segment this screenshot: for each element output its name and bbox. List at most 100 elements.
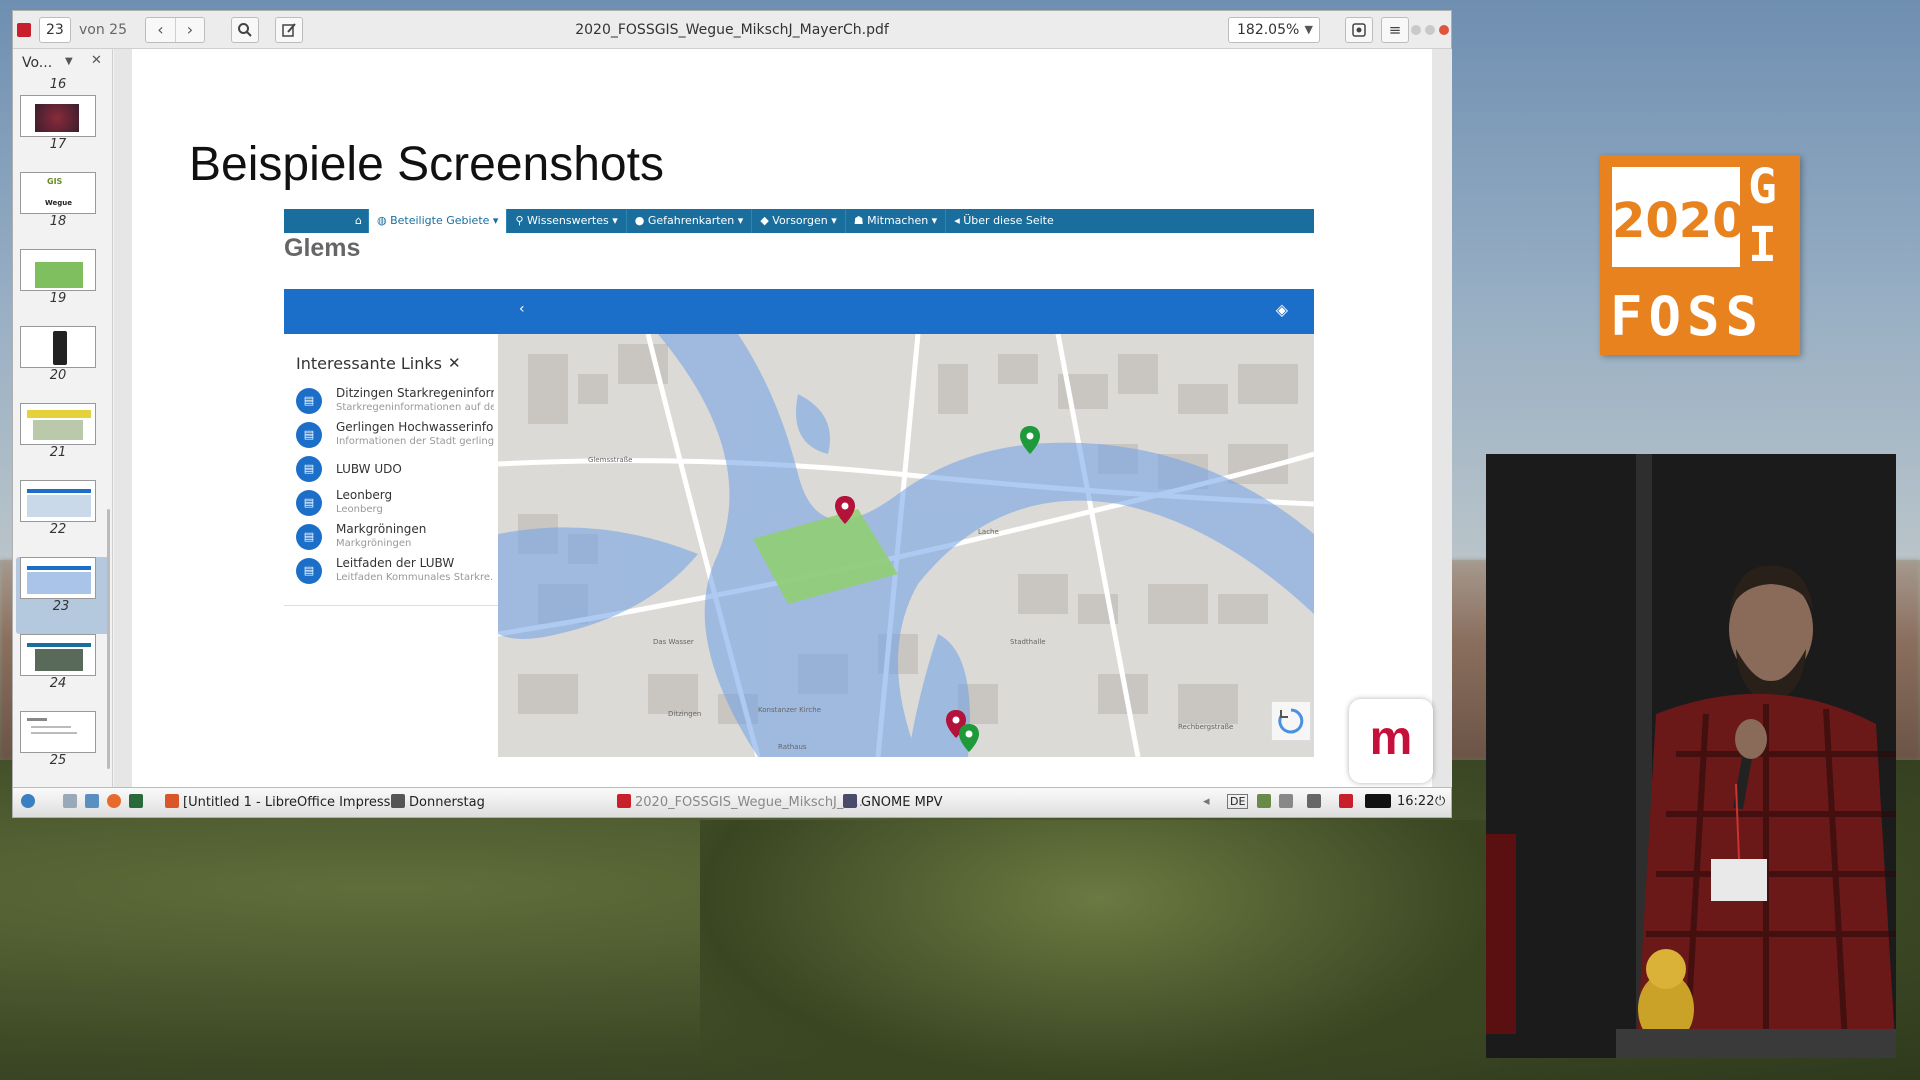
- thumbnail-sidebar: Vo... ▼ ✕ 16 17 GIS Wegue 18 19 20 21 22…: [13, 49, 113, 787]
- terminal-icon: [85, 794, 99, 808]
- network-icon[interactable]: [1257, 794, 1275, 810]
- nav-item-vorsorgen: ◆ Vorsorgen ▾: [751, 209, 844, 233]
- folder-icon: [63, 794, 77, 808]
- logo-letter: I: [1748, 217, 1777, 273]
- pdf-tray-icon[interactable]: [1339, 794, 1357, 810]
- thumbnail-page-number: 16: [49, 77, 67, 92]
- page-number-input[interactable]: 23: [39, 17, 71, 43]
- map-label: Lache: [978, 528, 999, 536]
- nav-item-ueber-diese-seite: ◂ Über diese Seite: [945, 209, 1062, 233]
- menu-button[interactable]: ≡: [1381, 17, 1409, 43]
- presentation-icon: [1352, 23, 1366, 37]
- viewer-toolbar: 23 von 25 ‹ › 2020_FOSSGIS_Wegue_MikschJ…: [13, 11, 1451, 49]
- document-icon: ▤: [296, 388, 322, 414]
- logo-foss: FOSS: [1610, 285, 1765, 348]
- monitor-icon[interactable]: [1279, 794, 1297, 810]
- start-menu-button[interactable]: [21, 794, 39, 810]
- links-panel: Interessante Links ✕ ▤ Ditzingen Starkre…: [284, 334, 498, 606]
- recaptcha-badge: [1271, 701, 1311, 741]
- link-description: Informationen der Stadt gerling...: [336, 436, 494, 447]
- zoom-select[interactable]: 182.05% ▼: [1228, 17, 1320, 43]
- next-page-button[interactable]: ›: [174, 18, 204, 42]
- nav-item-gefahrenkarten: ● Gefahrenkarten ▾: [625, 209, 752, 233]
- list-item: ▤ Gerlingen Hochwasserinfor... Informati…: [296, 420, 494, 454]
- map-label: Glemsstraße: [588, 456, 632, 464]
- website-navbar: ⌂ ◍ Beteiligte Gebiete ▾ ⚲ Wissenswertes…: [284, 209, 1314, 233]
- taskbar-item-mpv[interactable]: GNOME MPV: [843, 794, 943, 810]
- m-logo: m: [1349, 699, 1433, 783]
- sidebar-scrollbar[interactable]: [107, 509, 110, 769]
- link-description: Markgröningen: [336, 538, 412, 549]
- thumbnail-page-17[interactable]: 17: [13, 95, 113, 172]
- thumbnail-page-24[interactable]: 24: [13, 634, 113, 711]
- view-mode-button[interactable]: [1345, 17, 1373, 43]
- background-trees-foreground: [700, 820, 1500, 1080]
- chevron-down-icon: ▼: [65, 56, 73, 67]
- edit-icon: [282, 23, 296, 37]
- thumbnail-page-20[interactable]: 20: [13, 326, 113, 403]
- link-description: Leonberg: [336, 504, 383, 515]
- launcher-browser[interactable]: [107, 794, 125, 810]
- thumbnail-page-number: 18: [49, 214, 67, 229]
- taskbar-item-impress[interactable]: [Untitled 1 - LibreOffice Impress]: [165, 794, 396, 810]
- launcher-terminal[interactable]: [85, 794, 103, 810]
- map-label: Ditzingen: [668, 710, 701, 718]
- firefox-icon: [107, 794, 121, 808]
- flood-map: Glemsstraße Ditzingen Konstanzer Kirche …: [498, 334, 1314, 757]
- thumbnail-page-number: 17: [49, 137, 67, 152]
- screen-tray-icon[interactable]: [1365, 794, 1395, 810]
- thumbnail-page-number: 24: [49, 676, 67, 691]
- close-window-button[interactable]: [1439, 25, 1449, 35]
- logo-year: 2020: [1612, 193, 1746, 249]
- thumbnail-page-18[interactable]: GIS Wegue 18: [13, 172, 113, 249]
- thumbnail-page-19[interactable]: 19: [13, 249, 113, 326]
- folder-icon: [391, 794, 405, 808]
- thumbnail-image: [20, 403, 96, 445]
- launcher-file-manager[interactable]: [63, 794, 81, 810]
- home-icon: ⌂: [355, 214, 362, 227]
- previous-page-button[interactable]: ‹: [146, 18, 175, 42]
- thumbnail-image: [20, 326, 96, 368]
- thumbnail-image: [20, 95, 96, 137]
- nav-item-wissenswertes: ⚲ Wissenswertes ▾: [506, 209, 625, 233]
- maximize-button[interactable]: [1425, 25, 1435, 35]
- speaker-image: [1486, 454, 1896, 1058]
- link-description: Starkregeninformationen auf der...: [336, 402, 494, 413]
- document-icon: ▤: [296, 524, 322, 550]
- thumbnail-image: [20, 557, 96, 599]
- map-label: Konstanzer Kirche: [758, 706, 821, 714]
- thumbnail-page-number: 21: [49, 445, 67, 460]
- document-icon: ▤: [296, 490, 322, 516]
- document-area: Beispiele Screenshots ⌂ ◍ Beteiligte Geb…: [114, 49, 1452, 803]
- taskbar-item-pdf[interactable]: 2020_FOSSGIS_Wegue_MikschJ_M...: [617, 794, 867, 810]
- chevron-down-icon: ▼: [1304, 23, 1313, 36]
- hamburger-menu-icon: ≡: [1388, 21, 1402, 39]
- volume-icon[interactable]: ◂: [1203, 794, 1210, 809]
- clock: 16:22: [1397, 794, 1435, 809]
- taskbar-item-folder[interactable]: Donnerstag: [391, 794, 485, 810]
- nav-item-mitmachen: ☗ Mitmachen ▾: [844, 209, 945, 233]
- search-button[interactable]: [231, 17, 259, 43]
- thumbnail-page-21[interactable]: 21: [13, 403, 113, 480]
- link-name: Leitfaden der LUBW: [336, 556, 455, 570]
- minimize-button[interactable]: [1411, 25, 1421, 35]
- thumbnail-list: 16 17 GIS Wegue 18 19 20 21 22 23 24 25: [13, 77, 113, 788]
- annotate-button[interactable]: [275, 17, 303, 43]
- signal-icon[interactable]: [1307, 794, 1325, 810]
- nav-item-beteiligte-gebiete: ◍ Beteiligte Gebiete ▾: [368, 209, 507, 233]
- thumbnail-page-25[interactable]: 25: [13, 711, 113, 788]
- chevron-left-icon: ‹: [519, 301, 525, 317]
- power-icon[interactable]: ⏻: [1435, 794, 1445, 809]
- thumbnail-page-22[interactable]: 22: [13, 480, 113, 557]
- close-sidebar-icon[interactable]: ✕: [91, 53, 102, 68]
- sidebar-view-select[interactable]: Vo...: [22, 55, 52, 71]
- list-item: ▤ LUBW UDO: [296, 454, 494, 488]
- thumbnail-image: GIS Wegue: [20, 172, 96, 214]
- thumbnail-page-23[interactable]: 23: [16, 557, 109, 634]
- list-item: ▤ Leitfaden der LUBW Leitfaden Kommunale…: [296, 556, 494, 590]
- keyboard-layout[interactable]: DE: [1227, 794, 1249, 809]
- launcher-console[interactable]: [129, 794, 147, 810]
- thumbnail-image: [20, 480, 96, 522]
- search-icon: [238, 23, 252, 37]
- start-icon: [21, 794, 35, 808]
